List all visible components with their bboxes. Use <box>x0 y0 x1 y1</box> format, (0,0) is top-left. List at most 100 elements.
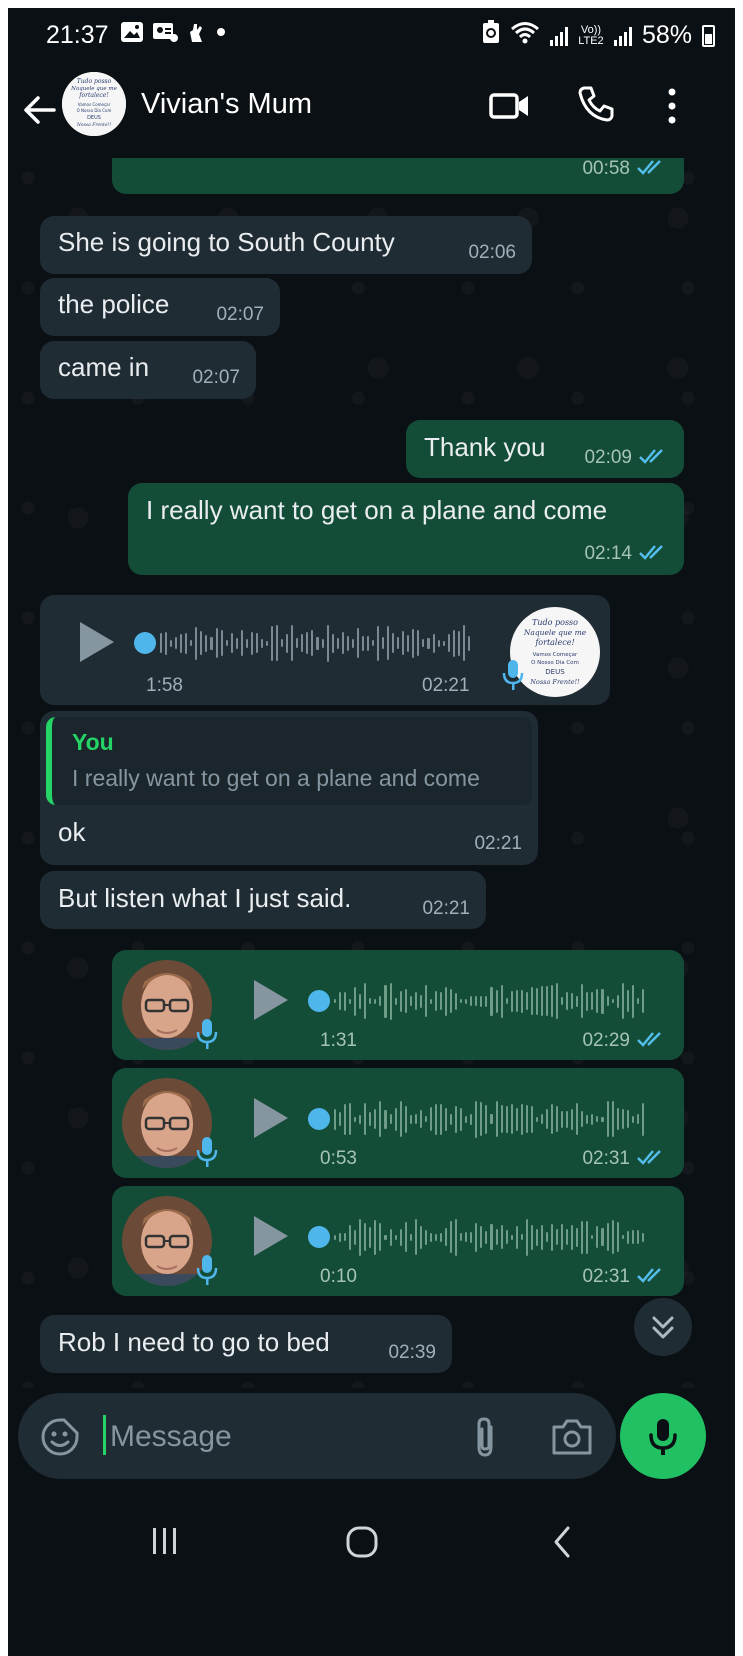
waveform-bar <box>606 1223 609 1251</box>
waveform-bar <box>382 637 385 649</box>
waveform-bar <box>505 1105 508 1133</box>
audio-waveform[interactable] <box>334 1099 644 1139</box>
message-bubble-incoming[interactable]: She is going to South County 02:06 <box>40 216 532 274</box>
recent-apps-icon[interactable] <box>148 1524 182 1558</box>
audio-waveform[interactable] <box>334 1217 644 1257</box>
waveform-bar <box>331 633 334 653</box>
quoted-message[interactable]: You I really want to get on a plane and … <box>46 717 532 805</box>
waveform-bar <box>445 986 448 1016</box>
voice-message-outgoing[interactable]: 1:31 02:29 <box>112 950 684 1060</box>
waveform-bar <box>185 632 188 654</box>
waveform-bar <box>190 640 193 646</box>
waveform-bar <box>520 989 523 1013</box>
waveform-bar <box>417 630 420 656</box>
camera-icon[interactable] <box>550 1417 594 1457</box>
waveform-bar <box>409 1114 412 1124</box>
waveform-bar <box>571 1108 574 1130</box>
message-bubble-incoming[interactable]: Rob I need to go to bed 02:39 <box>40 1315 452 1373</box>
message-list[interactable]: 00:58 She is going to South County 02:06… <box>8 158 735 1388</box>
phone-call-icon[interactable] <box>576 84 616 124</box>
message-bubble-incoming[interactable]: the police 02:07 <box>40 278 280 336</box>
waveform-bar <box>334 1108 337 1130</box>
phone-screen: 21:37 Vo)) LTE2 58% Tudo posso Naquele q… <box>8 8 735 1656</box>
waveform-bar <box>255 633 258 653</box>
battery-percent: 58% <box>641 21 692 49</box>
waveform-bar <box>515 1107 518 1131</box>
waveform-bar <box>485 1104 488 1134</box>
waveform-bar <box>462 625 465 661</box>
message-bubble-outgoing[interactable]: Thank you 02:09 <box>406 420 684 478</box>
double-chevron-down-icon <box>652 1316 674 1339</box>
waveform-bar <box>230 633 233 653</box>
message-input[interactable] <box>108 1411 442 1463</box>
voice-message-outgoing[interactable]: 0:10 02:31 <box>112 1186 684 1296</box>
avatar-text-6: DEUS <box>545 668 565 676</box>
waveform-bar <box>339 992 342 1010</box>
back-icon[interactable] <box>548 1524 578 1560</box>
waveform-bar <box>341 632 344 654</box>
waveform-bar <box>235 637 238 649</box>
hand-icon <box>186 20 206 49</box>
waveform-bar <box>470 1231 473 1243</box>
playback-position-dot[interactable] <box>308 990 330 1012</box>
waveform-bar <box>591 1113 594 1125</box>
waveform-bar <box>450 1113 453 1125</box>
voice-message-incoming[interactable]: 1:58 02:21 Tudo posso Naquele que me for… <box>40 595 610 705</box>
voice-duration: 1:31 <box>320 1030 357 1051</box>
waveform-bar <box>389 1228 392 1246</box>
message-bubble-outgoing[interactable]: 00:58 <box>112 158 684 194</box>
waveform-bar <box>374 998 377 1004</box>
sticker-icon[interactable] <box>40 1417 80 1457</box>
waveform-bar <box>561 997 564 1005</box>
message-text: Rob I need to go to bed <box>58 1327 330 1357</box>
waveform-bar <box>596 989 599 1013</box>
waveform-bar <box>626 1230 629 1244</box>
waveform-bar <box>281 639 284 647</box>
play-button-icon[interactable] <box>254 1216 288 1256</box>
waveform-bar <box>351 638 354 648</box>
waveform-bar <box>349 1103 352 1135</box>
waveform-bar <box>359 1114 362 1124</box>
audio-waveform[interactable] <box>334 981 644 1021</box>
waveform-bar <box>530 1105 533 1133</box>
message-bubble-outgoing[interactable]: I really want to get on a plane and come… <box>128 483 684 575</box>
waveform-bar <box>500 1225 503 1249</box>
waveform-bar <box>379 1101 382 1137</box>
waveform-bar <box>452 629 455 657</box>
waveform-bar <box>240 630 243 656</box>
waveform-bar <box>490 1224 493 1250</box>
message-bubble-incoming[interactable]: But listen what I just said. 02:21 <box>40 871 486 929</box>
waveform-bar <box>495 1101 498 1137</box>
waveform-bar <box>369 1226 372 1248</box>
paperclip-icon[interactable] <box>470 1415 500 1459</box>
home-icon[interactable] <box>344 1524 380 1560</box>
scroll-to-bottom-button[interactable] <box>634 1298 692 1356</box>
waveform-bar <box>611 1220 614 1254</box>
waveform-bar <box>480 995 483 1007</box>
audio-waveform[interactable] <box>160 623 470 663</box>
waveform-bar <box>437 639 440 647</box>
more-options-icon[interactable] <box>660 84 684 128</box>
playback-position-dot[interactable] <box>308 1226 330 1248</box>
waveform-bar <box>344 1103 347 1135</box>
reply-message-incoming[interactable]: You I really want to get on a plane and … <box>40 711 538 865</box>
playback-position-dot[interactable] <box>308 1108 330 1130</box>
contact-avatar[interactable]: Tudo posso Naquele que me fortalece! Vam… <box>62 72 126 136</box>
play-button-icon[interactable] <box>254 1098 288 1138</box>
battery-icon <box>702 24 715 47</box>
play-button-icon[interactable] <box>254 980 288 1020</box>
play-button-icon[interactable] <box>80 622 114 662</box>
voice-message-outgoing[interactable]: 0:53 02:31 <box>112 1068 684 1178</box>
playback-position-dot[interactable] <box>134 632 156 654</box>
contact-name[interactable]: Vivian's Mum <box>141 88 312 121</box>
waveform-bar <box>480 1102 483 1136</box>
waveform-bar <box>540 986 543 1016</box>
video-call-icon[interactable] <box>488 86 532 126</box>
waveform-bar <box>641 989 644 1013</box>
back-arrow-icon[interactable] <box>22 92 62 132</box>
waveform-bar <box>475 996 478 1006</box>
waveform-bar <box>250 631 253 655</box>
waveform-bar <box>414 992 417 1010</box>
message-bubble-incoming[interactable]: came in 02:07 <box>40 341 256 399</box>
voice-record-button[interactable] <box>620 1393 706 1479</box>
